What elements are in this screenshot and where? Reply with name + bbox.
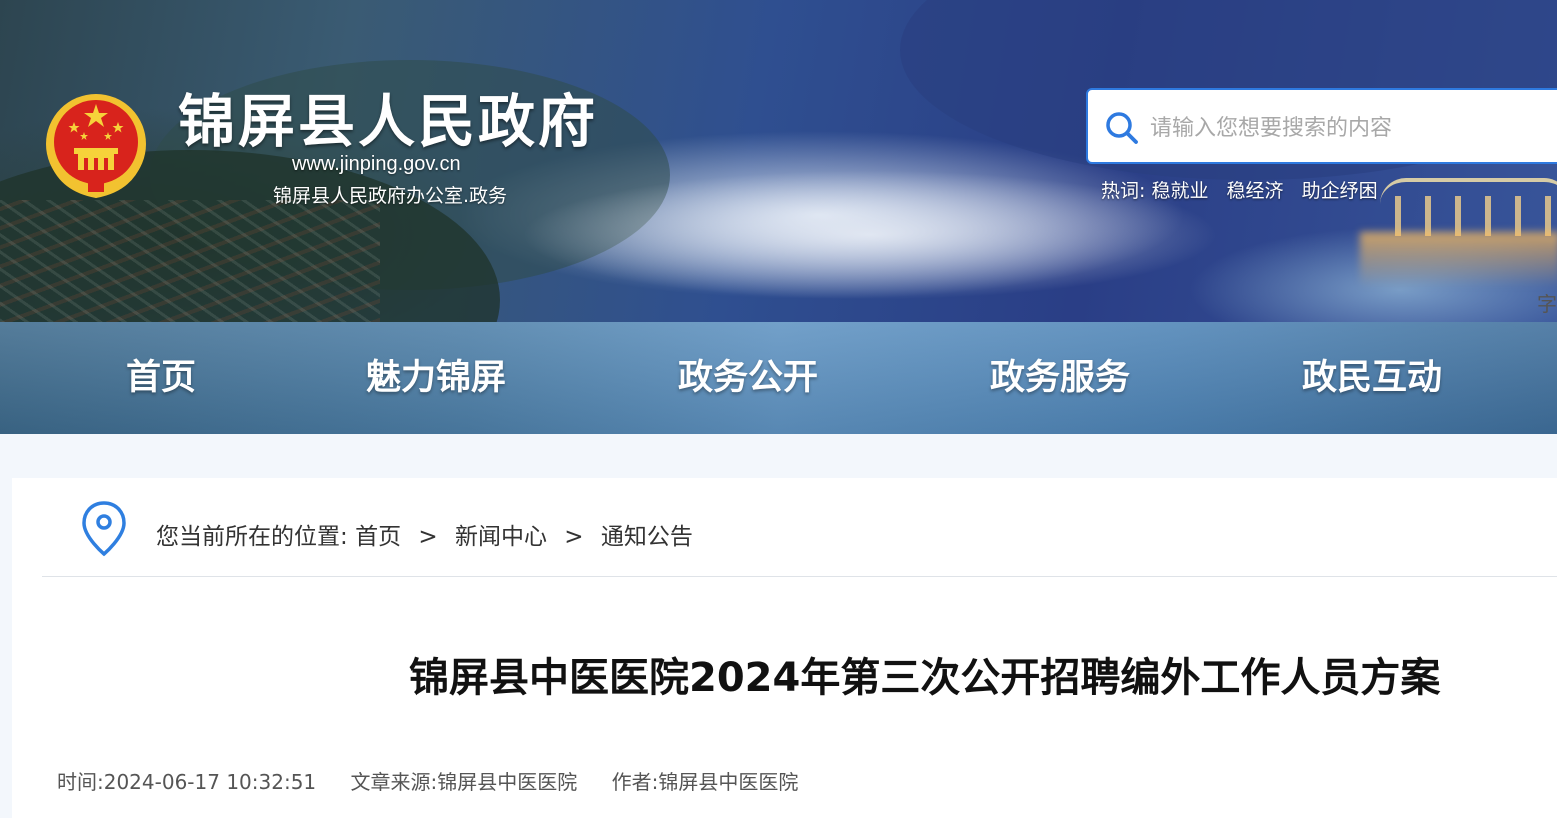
article-title: 锦屏县中医医院2024年第三次公开招聘编外工作人员方案 — [409, 655, 1441, 701]
main-nav: 首页 魅力锦屏 政务公开 政务服务 政民互动 — [0, 322, 1557, 434]
nav-item-gov-affairs-open[interactable]: 政务公开 — [678, 322, 818, 434]
header-banner: 锦屏县人民政府 www.jinping.gov.cn 锦屏县人民政府办公室.政务… — [0, 0, 1557, 322]
nav-item-public-interaction[interactable]: 政民互动 — [1302, 322, 1442, 434]
location-pin-icon — [82, 501, 126, 557]
search-input[interactable] — [1148, 104, 1552, 152]
search-box — [1086, 88, 1557, 164]
hot-word-link[interactable]: 稳就业 — [1151, 180, 1208, 202]
breadcrumb-prefix: 您当前所在的位置: — [156, 524, 348, 550]
site-subtitle: 锦屏县人民政府办公室.政务 — [273, 185, 508, 207]
breadcrumb-separator: > — [564, 524, 584, 550]
search-icon[interactable] — [1104, 110, 1140, 146]
breadcrumb-trail: 您当前所在的位置: 首页 > 新闻中心 > 通知公告 — [156, 517, 693, 551]
article-meta: 时间:2024-06-17 10:32:51 文章来源:锦屏县中医医院 作者:锦… — [57, 766, 826, 795]
article-card: 您当前所在的位置: 首页 > 新闻中心 > 通知公告 锦屏县中医医院2024年第… — [12, 478, 1557, 818]
article-time: 时间:2024-06-17 10:32:51 — [57, 770, 317, 794]
banner-bridge-pillars — [1395, 196, 1555, 236]
banner-village — [0, 200, 380, 322]
site-title[interactable]: 锦屏县人民政府 — [178, 86, 598, 158]
breadcrumb-link-news-center[interactable]: 新闻中心 — [455, 524, 547, 550]
banner-bridge-lights — [1360, 232, 1557, 287]
site-domain: www.jinping.gov.cn — [292, 153, 461, 175]
hot-word-link[interactable]: 助企纾困 — [1302, 180, 1378, 202]
hot-words: 热词: 稳就业 稳经济 助企纾困 — [1101, 176, 1390, 203]
nav-item-gov-services[interactable]: 政务服务 — [990, 322, 1130, 434]
breadcrumb: 您当前所在的位置: 首页 > 新闻中心 > 通知公告 — [52, 500, 1557, 560]
breadcrumb-link-notices[interactable]: 通知公告 — [601, 524, 693, 550]
national-emblem-icon[interactable] — [44, 92, 148, 198]
nav-item-charm-jinping[interactable]: 魅力锦屏 — [366, 322, 506, 434]
nav-item-home[interactable]: 首页 — [126, 322, 196, 434]
hot-word-link[interactable]: 稳经济 — [1227, 180, 1284, 202]
divider — [42, 576, 1557, 577]
article-author: 作者:锦屏县中医医院 — [611, 770, 799, 794]
article-source: 文章来源:锦屏县中医医院 — [350, 770, 578, 794]
font-size-control[interactable]: 字 — [1537, 288, 1557, 317]
hot-words-label: 热词: — [1101, 180, 1146, 202]
breadcrumb-link-home[interactable]: 首页 — [355, 524, 401, 550]
breadcrumb-separator: > — [418, 524, 438, 550]
